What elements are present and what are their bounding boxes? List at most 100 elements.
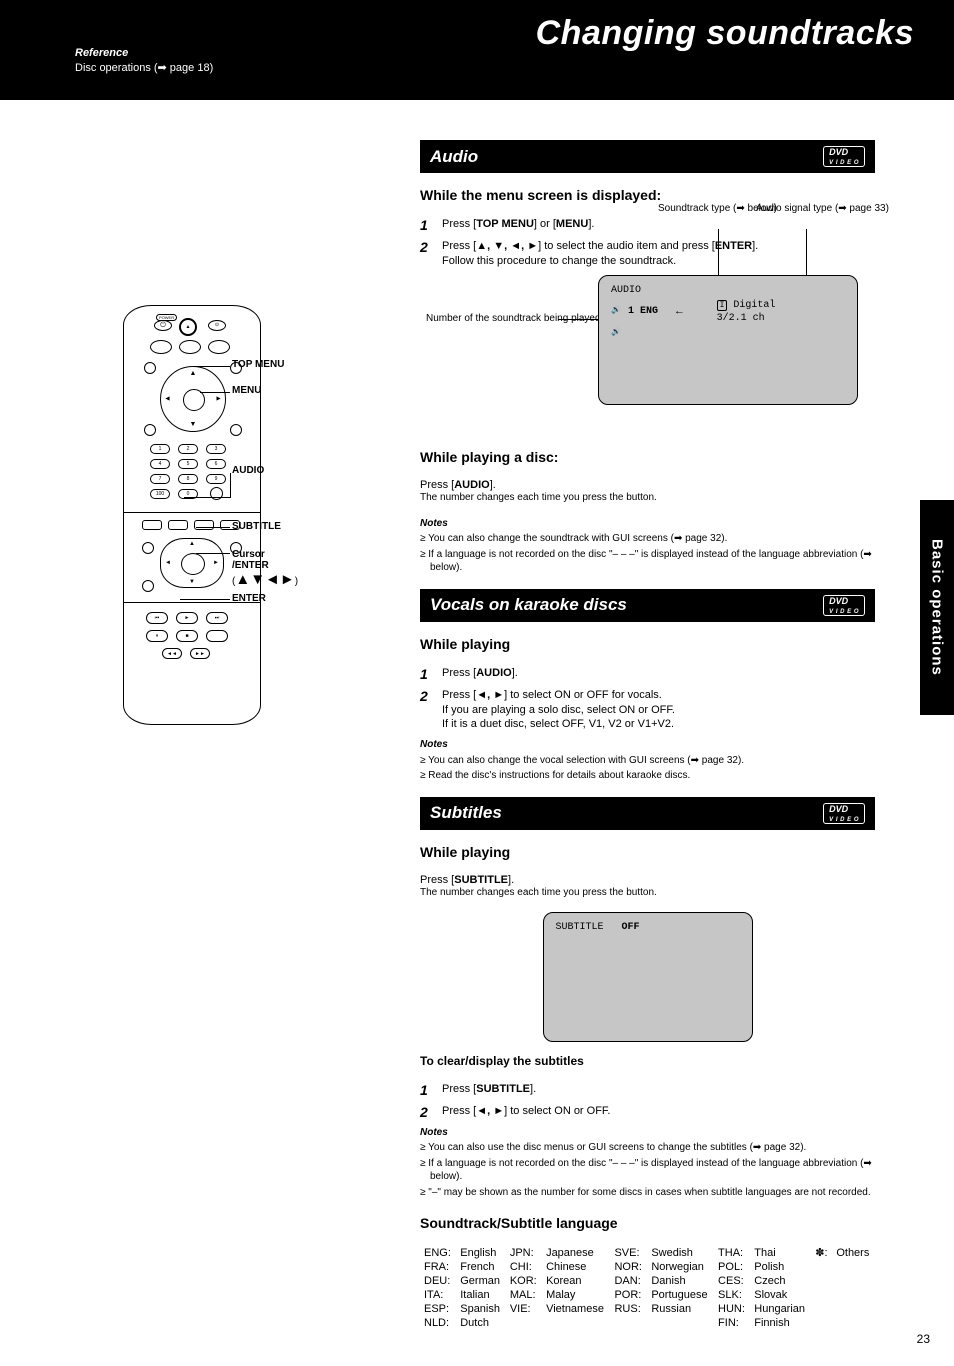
step-item: 2Press [◄, ►] to select ON or OFF. — [420, 1104, 875, 1120]
subhead-1: While playing a disc: — [420, 449, 875, 465]
note-item: ≥ You can also use the disc menus or GUI… — [420, 1141, 875, 1155]
osd-label-sig: Audio signal type (➡ page 33) — [756, 203, 866, 214]
return-button — [144, 424, 156, 436]
oval-button-3 — [208, 340, 230, 354]
subhead-2: While playing — [420, 636, 875, 652]
line-menu — [200, 392, 230, 393]
num-3: 3 — [206, 444, 226, 454]
remote-column: POWER ⏻ ▲ ⊙ ▲ ▼ ◄ ► 1 2 3 4 5 — [72, 305, 312, 725]
notes-2: Notes ≥ You can also change the vocal se… — [420, 738, 875, 783]
line-cursor — [196, 553, 230, 554]
num-8: 8 — [178, 474, 198, 484]
up-arrow-icon: ▲ — [190, 370, 197, 377]
heading-karaoke: Vocals on karaoke discs DVD V I D E O — [420, 589, 875, 622]
step-item: 2Press [◄, ►] to select ON or OFF for vo… — [420, 688, 875, 733]
note-item: ≥ Read the disc's instructions for detai… — [420, 769, 875, 783]
osd-wrap-1: Number of the soundtrack being played So… — [420, 275, 875, 435]
osd-sub-title: SUBTITLE — [556, 922, 604, 933]
line-audio-v — [230, 473, 231, 498]
line-topmenu — [194, 366, 230, 367]
dvd-badge-2: DVD V I D E O — [823, 595, 865, 616]
heading-subtitles: Subtitles DVD V I D E O — [420, 797, 875, 830]
rocker-ring: ▲ ▼ ◄ ► — [160, 538, 224, 588]
cursor-ring: ▲ ▼ ◄ ► — [160, 366, 226, 432]
notes-3: Notes ≥ You can also use the disc menus … — [420, 1126, 875, 1200]
right-arrow-icon: ► — [215, 396, 222, 403]
ff-btn: ►► — [190, 648, 210, 659]
rocker-l1 — [142, 542, 154, 554]
subtitle-button — [142, 520, 162, 530]
label-menu: MENU — [232, 385, 261, 396]
label-enter: ENTER — [232, 593, 266, 604]
skip-prev: ⏮ — [146, 612, 168, 624]
label-topmenu: TOP MENU — [232, 359, 284, 370]
note-item: ≥ You can also change the vocal selectio… — [420, 754, 875, 768]
reference-label: Reference — [75, 47, 128, 59]
notes-1: Notes ≥ You can also change the soundtra… — [420, 517, 875, 575]
page-header: Reference Disc operations (➡ page 18) Ch… — [0, 0, 954, 100]
down-arrow-icon: ▼ — [190, 421, 197, 428]
lang-row: ITA:ItalianMAL:MalayPOR:PortugueseSLK:Sl… — [420, 1288, 875, 1302]
stop-btn: ■ — [176, 630, 198, 642]
reference-text2: (➡ page 18) — [154, 62, 213, 74]
subhead-3: While playing — [420, 844, 875, 860]
note-item: ≥ "–" may be shown as the number for som… — [420, 1186, 875, 1200]
side-tab: Basic operations — [920, 500, 954, 715]
clear-button — [210, 487, 223, 500]
sec1-body: Press [AUDIO].The number changes each ti… — [420, 479, 875, 503]
page-title: Changing soundtracks — [536, 14, 914, 53]
num-9: 9 — [206, 474, 226, 484]
lead-1: While the menu screen is displayed: — [420, 187, 875, 203]
audio-button — [168, 520, 188, 530]
rew-btn: ◄◄ — [162, 648, 182, 659]
num-7: 7 — [150, 474, 170, 484]
reference-text1: Disc operations — [75, 62, 154, 74]
osd-audio-title: AUDIO — [611, 284, 641, 297]
rocker-enter — [181, 553, 205, 575]
osd-audio: AUDIO 🔊 1 ENG ← Î Digital 3/2.1 ch 🔊 — [598, 275, 858, 405]
num-2: 2 — [178, 444, 198, 454]
display-button — [230, 424, 242, 436]
note-item: ≥ If a language is not recorded on the d… — [420, 1157, 875, 1184]
oval-button-2 — [179, 340, 201, 354]
oval-button-1 — [150, 340, 172, 354]
dvd-badge-1: DVD V I D E O — [823, 146, 865, 167]
step-item: 1Press [SUBTITLE]. — [420, 1082, 875, 1098]
rocker-cluster: ▲ ▼ ◄ ► — [144, 538, 240, 590]
num-1: 1 — [150, 444, 170, 454]
left-arrow-icon: ◄ — [164, 396, 171, 403]
label-cursor: Cursor /ENTER — [232, 549, 269, 571]
line-subtitle — [196, 527, 230, 528]
osd-audio-ch: 3/2.1 ch — [717, 313, 765, 324]
skip-next: ⏭ — [206, 612, 228, 624]
label-audio: AUDIO — [232, 465, 264, 476]
num-5: 5 — [178, 459, 198, 469]
heading-subtitles-text: Subtitles — [430, 803, 502, 823]
nav-cluster: ▲ ▼ ◄ ► — [148, 362, 238, 436]
speaker-icon-2: 🔊 — [611, 328, 620, 337]
lang-heading: Soundtrack/Subtitle language — [420, 1215, 875, 1231]
num-4: 4 — [150, 459, 170, 469]
num-6: 6 — [206, 459, 226, 469]
note-item: ≥ If a language is not recorded on the d… — [420, 548, 875, 575]
angle-button — [194, 520, 214, 530]
cursor-triangles: (▲▼◄►) — [232, 571, 298, 588]
osd-audio-digital: Digital — [733, 300, 775, 311]
step-item: 1Press [AUDIO]. — [420, 666, 875, 682]
label-subtitle: SUBTITLE — [232, 521, 281, 532]
osd-label-curr: Number of the soundtrack being played — [426, 313, 556, 324]
num-100: 100 — [150, 489, 170, 499]
language-table: ENG:EnglishJPN:JapaneseSVE:SwedishTHA:Th… — [420, 1245, 875, 1330]
line-audio — [184, 497, 230, 498]
lang-row: FRA:FrenchCHI:ChineseNOR:NorwegianPOL:Po… — [420, 1260, 875, 1274]
play-btn: ► — [176, 612, 198, 624]
heading-audio-text: Audio — [430, 147, 478, 167]
lang-row: DEU:GermanKOR:KoreanDAN:DanishCES:Czech — [420, 1274, 875, 1288]
lang-row: ESP:SpanishVIE:VietnameseRUS:RussianHUN:… — [420, 1302, 875, 1316]
pause-btn: ⏸ — [146, 630, 168, 642]
topmenu-button — [144, 362, 156, 374]
heading-karaoke-text: Vocals on karaoke discs — [430, 595, 627, 615]
power-button: ⏻ — [154, 320, 172, 331]
rocker-l2 — [142, 580, 154, 592]
blank-btn — [206, 630, 228, 642]
